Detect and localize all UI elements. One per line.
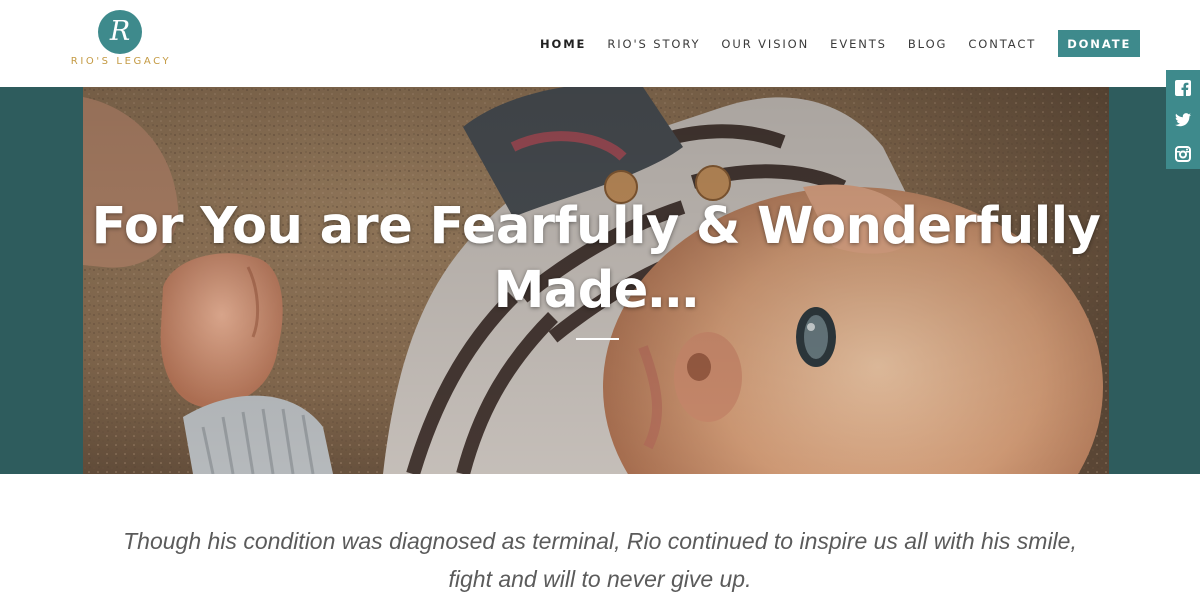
site-logo[interactable]: R RIO'S LEGACY (60, 10, 182, 72)
nav-item-contact[interactable]: CONTACT (968, 36, 1036, 51)
logo-monogram: R (98, 10, 142, 54)
nav-item-events[interactable]: EVENTS (830, 36, 887, 51)
social-sidebar (1166, 70, 1200, 169)
logo-name: RIO'S LEGACY (70, 56, 172, 67)
hero-title-line-1: For You are Fearfully & Wonderfully (91, 197, 1101, 256)
site-header: R RIO'S LEGACY HOME RIO'S STORY OUR VISI… (0, 0, 1200, 87)
instagram-icon[interactable] (1166, 139, 1200, 169)
intro-line-1: Though his condition was diagnosed as te… (123, 528, 1077, 554)
intro-text: Though his condition was diagnosed as te… (100, 522, 1100, 593)
hero-section: For You are Fearfully & Wonderfully Made… (0, 87, 1200, 474)
facebook-icon[interactable] (1166, 73, 1200, 103)
nav-item-blog[interactable]: BLOG (908, 36, 947, 51)
intro-line-2: fight and will to never give up. (448, 566, 752, 592)
hero-title: For You are Fearfully & Wonderfully Made… (83, 195, 1109, 323)
main-nav: HOME RIO'S STORY OUR VISION EVENTS BLOG … (540, 0, 1141, 87)
twitter-icon[interactable] (1166, 106, 1200, 136)
hero-divider (576, 338, 619, 340)
nav-item-rios-story[interactable]: RIO'S STORY (607, 36, 700, 51)
hero-title-line-2: Made… (493, 261, 699, 320)
donate-button[interactable]: DONATE (1058, 30, 1141, 57)
nav-item-home[interactable]: HOME (540, 36, 586, 51)
nav-item-our-vision[interactable]: OUR VISION (721, 36, 809, 51)
